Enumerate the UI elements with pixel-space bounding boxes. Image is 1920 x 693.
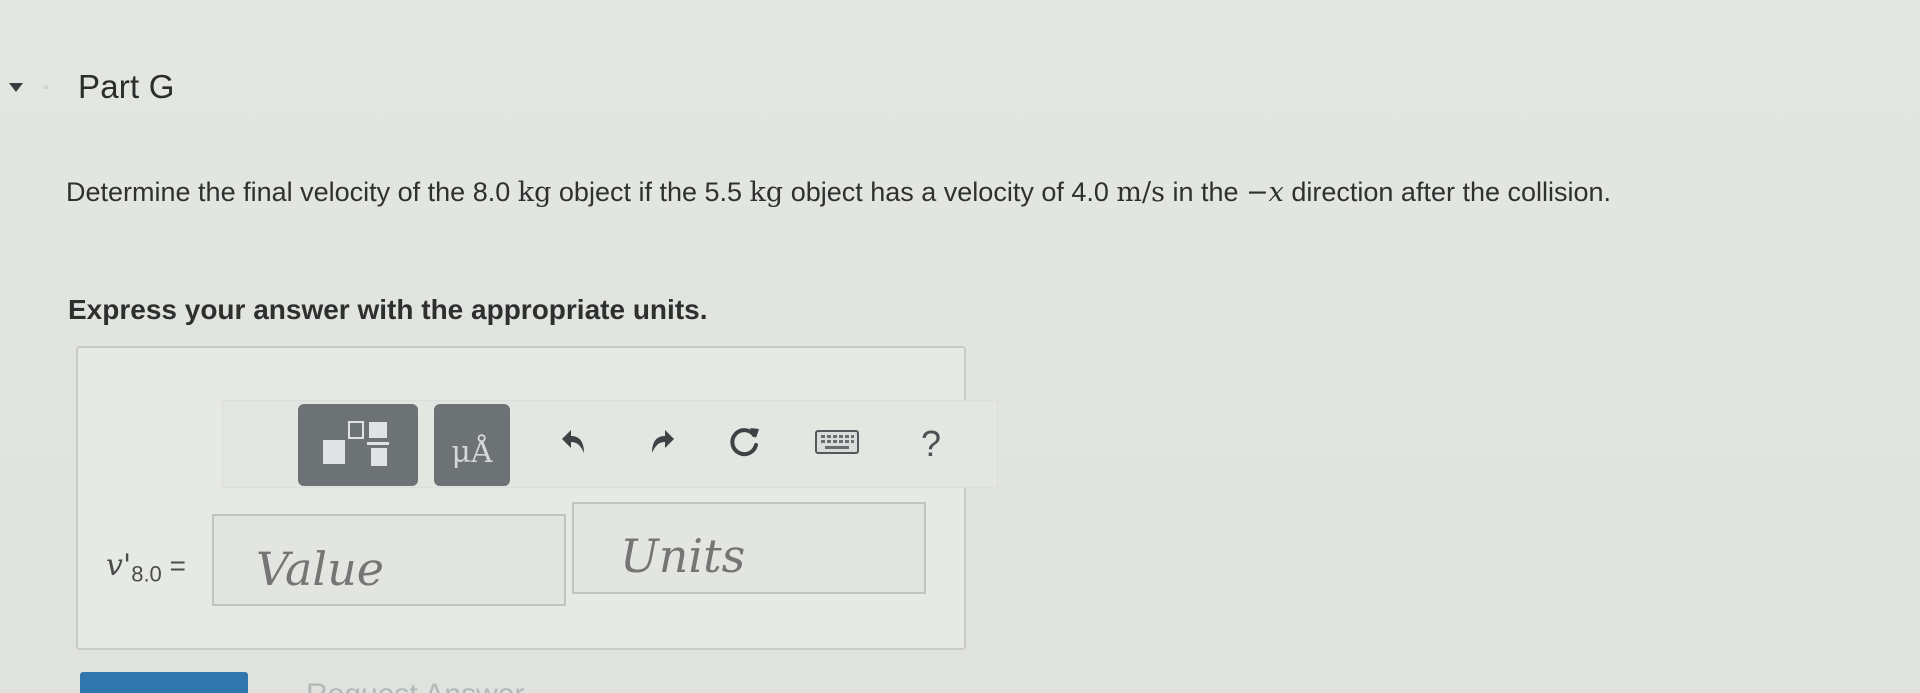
mass-unit-kg: kg xyxy=(517,177,552,208)
equals-sign: = xyxy=(169,550,186,581)
keyboard-shortcuts-button[interactable] xyxy=(806,410,868,478)
variable-symbol: v' xyxy=(106,548,132,583)
answer-variable-label: v'8.0 = xyxy=(106,548,186,588)
question-text-segment: object has a velocity of 4.0 xyxy=(783,177,1117,207)
question-text-segment: in the xyxy=(1164,177,1247,207)
velocity-unit: m/s xyxy=(1116,177,1165,208)
part-header[interactable]: ◦ Part G xyxy=(0,62,175,112)
answer-panel: μÅ ? v'8.0 = Value Units xyxy=(76,346,998,650)
redo-button[interactable] xyxy=(636,410,690,478)
keyboard-icon xyxy=(814,427,860,462)
question-text-segment: object if the 5.5 xyxy=(551,177,750,207)
units-input[interactable] xyxy=(572,502,926,594)
question-text-segment: Determine the final velocity of the 8.0 xyxy=(66,177,518,207)
chevron-dot-icon: ◦ xyxy=(44,80,49,94)
request-answer-link[interactable]: Request Answer xyxy=(306,678,524,693)
answer-instruction: Express your answer with the appropriate… xyxy=(68,294,708,325)
problem-page: ◦ Part G Determine the final velocity of… xyxy=(0,0,1920,693)
equation-toolbar: μÅ ? xyxy=(222,400,998,488)
direction-symbol: −x xyxy=(1246,177,1284,208)
triangle-down-icon[interactable] xyxy=(4,75,28,99)
question-text-segment: direction after the collision. xyxy=(1283,177,1612,207)
submit-button[interactable] xyxy=(80,672,248,693)
reset-icon xyxy=(728,425,762,464)
value-input[interactable] xyxy=(212,514,566,606)
undo-button[interactable] xyxy=(546,410,600,478)
part-title: Part G xyxy=(78,68,175,105)
units-button-label: μÅ xyxy=(451,434,493,470)
variable-subscript: 8.0 xyxy=(131,561,162,587)
reset-button[interactable] xyxy=(718,410,772,478)
templates-button[interactable] xyxy=(298,404,418,486)
fraction-template-icon xyxy=(315,414,401,477)
redo-icon xyxy=(648,427,678,462)
help-button[interactable]: ? xyxy=(904,410,958,478)
question-text: Determine the final velocity of the 8.0 … xyxy=(66,168,1766,217)
units-button[interactable]: μÅ xyxy=(434,404,510,486)
answer-row: v'8.0 = xyxy=(78,502,964,614)
undo-icon xyxy=(558,427,588,462)
mass-unit-kg: kg xyxy=(749,177,784,208)
